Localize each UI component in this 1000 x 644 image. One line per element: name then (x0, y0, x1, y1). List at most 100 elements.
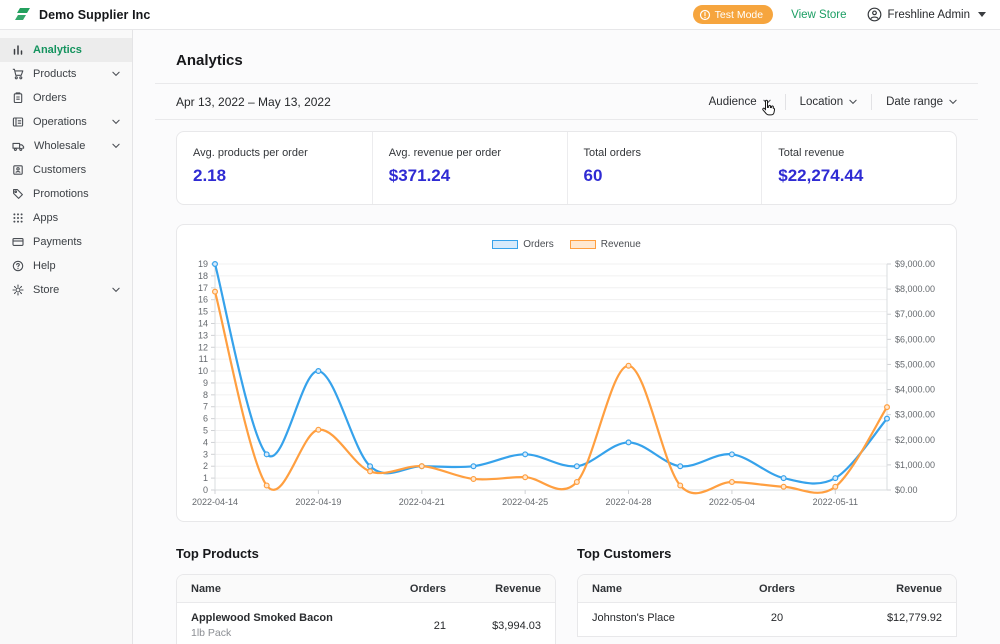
svg-text:7: 7 (203, 402, 208, 412)
svg-text:$8,000.00: $8,000.00 (895, 284, 935, 294)
svg-text:5: 5 (203, 426, 208, 436)
svg-text:2: 2 (203, 461, 208, 471)
sidebar-item-products[interactable]: Products (0, 62, 132, 86)
legend-item-orders[interactable]: Orders (492, 239, 554, 250)
gear-icon (12, 284, 24, 296)
chevron-down-icon (112, 143, 120, 149)
chart-legend: Orders Revenue (189, 236, 944, 252)
list-box-icon (12, 117, 24, 127)
svg-text:$7,000.00: $7,000.00 (895, 309, 935, 319)
chevron-down-icon (949, 99, 957, 104)
top-products-table: Name Orders Revenue Applewood Smoked Bac… (176, 574, 556, 644)
customer-revenue: $12,779.92 (886, 612, 942, 624)
sidebar-item-store[interactable]: Store (0, 278, 132, 302)
stat-total-revenue: Total revenue $22,274.44 (761, 132, 956, 204)
svg-text:$0.00: $0.00 (895, 485, 918, 495)
grid-dots-icon (13, 213, 23, 223)
brand[interactable]: Demo Supplier Inc (14, 7, 150, 22)
revenue-legend-swatch (569, 239, 596, 249)
sidebar: Analytics Products Orders Operations Who… (0, 30, 133, 644)
orders-revenue-line-chart[interactable]: 012345678910111213141516171819$0.00$1,00… (189, 256, 945, 512)
sidebar-item-wholesale[interactable]: Wholesale (0, 134, 132, 158)
help-circle-icon (12, 260, 24, 272)
product-revenue: $3,994.03 (492, 619, 541, 632)
test-mode-badge[interactable]: Test Mode (692, 5, 774, 24)
tag-icon (13, 189, 23, 199)
account-menu[interactable]: Freshline Admin (867, 7, 986, 22)
sidebar-item-promotions[interactable]: Promotions (0, 182, 132, 206)
stats-card: Avg. products per order 2.18 Avg. revenu… (176, 131, 957, 205)
sidebar-item-help[interactable]: Help (0, 254, 132, 278)
chevron-down-icon (849, 99, 857, 104)
svg-text:$1,000.00: $1,000.00 (895, 460, 935, 470)
svg-text:0: 0 (203, 485, 208, 495)
warning-circle-icon (699, 9, 710, 20)
svg-text:4: 4 (203, 437, 208, 447)
svg-text:15: 15 (198, 307, 208, 317)
topbar: Demo Supplier Inc Test Mode View Store F… (0, 0, 1000, 30)
svg-text:2022-04-14: 2022-04-14 (192, 497, 238, 507)
bar-chart-icon (13, 45, 23, 55)
orders-legend-swatch (492, 239, 519, 249)
page-title: Analytics (155, 30, 978, 84)
product-variant: 1lb Pack (191, 627, 232, 639)
tables-section: Top Products Name Orders Revenue Applewo… (176, 546, 957, 644)
table-header: Name Orders Revenue (177, 575, 555, 603)
top-products-section: Top Products Name Orders Revenue Applewo… (176, 546, 556, 644)
table-header: Name Orders Revenue (578, 575, 956, 603)
sidebar-item-orders[interactable]: Orders (0, 86, 132, 110)
orders-revenue-chart-card: Orders Revenue 0 1 2 3 4 5 6 7 8 9 10 11 12 13 14 15 16 1… (176, 224, 957, 522)
brand-name: Demo Supplier Inc (39, 7, 151, 22)
credit-card-icon (12, 238, 24, 246)
svg-text:2022-05-04: 2022-05-04 (709, 497, 755, 507)
chevron-down-icon (112, 287, 120, 293)
stat-total-orders: Total orders 60 (566, 132, 762, 204)
table-row[interactable]: Johnston's Place 20 $12,779.92 (578, 603, 956, 636)
sidebar-item-apps[interactable]: Apps (0, 206, 132, 230)
svg-text:17: 17 (198, 283, 208, 293)
account-name: Freshline Admin (887, 8, 970, 21)
avatar-icon (867, 7, 881, 22)
sidebar-item-analytics[interactable]: Analytics (0, 38, 132, 62)
location-filter-button[interactable]: Location (786, 96, 871, 108)
audience-filter-button[interactable]: Audience (709, 96, 785, 108)
svg-text:2022-04-19: 2022-04-19 (295, 497, 341, 507)
sidebar-item-payments[interactable]: Payments (0, 230, 132, 254)
table-row[interactable]: Applewood Smoked Bacon 1lb Pack 21 $3,99… (177, 603, 555, 644)
controls-row: Apr 13, 2022 – May 13, 2022 Audience Loc… (155, 84, 978, 120)
stat-avg-revenue-per-order: Avg. revenue per order $371.24 (371, 132, 567, 204)
date-range-label: Apr 13, 2022 – May 13, 2022 (176, 94, 331, 109)
svg-text:10: 10 (198, 366, 208, 376)
svg-text:8: 8 (203, 390, 208, 400)
customer-name: Johnston's Place (592, 612, 675, 624)
svg-text:18: 18 (198, 271, 208, 281)
svg-text:$3,000.00: $3,000.00 (895, 410, 935, 420)
svg-text:2022-05-11: 2022-05-11 (813, 497, 858, 507)
chevron-down-icon (762, 99, 771, 104)
truck-icon (12, 142, 25, 151)
chevron-down-icon (112, 71, 120, 77)
svg-text:$5,000.00: $5,000.00 (895, 359, 935, 369)
legend-item-revenue[interactable]: Revenue (569, 239, 641, 250)
stat-avg-products-per-order: Avg. products per order 2.18 (193, 147, 308, 185)
svg-text:2022-04-21: 2022-04-21 (399, 497, 445, 507)
top-products-title: Top Products (176, 546, 259, 561)
test-mode-label: Test Mode (714, 8, 764, 21)
view-store-link[interactable]: View Store (791, 9, 846, 21)
sidebar-item-customers[interactable]: Customers (0, 158, 132, 182)
chevron-down-icon (112, 119, 120, 125)
top-customers-title: Top Customers (577, 546, 672, 561)
sidebar-item-operations[interactable]: Operations (0, 110, 132, 134)
svg-text:2022-04-25: 2022-04-25 (502, 497, 548, 507)
svg-text:16: 16 (198, 295, 208, 305)
product-orders: 21 (433, 619, 446, 632)
svg-text:6: 6 (203, 414, 208, 424)
svg-text:$2,000.00: $2,000.00 (895, 435, 935, 445)
customer-orders: 20 (770, 612, 784, 624)
filters: Audience Location Date range (709, 93, 957, 110)
date-range-filter-button[interactable]: Date range (872, 96, 957, 108)
freshline-logo-icon (15, 8, 30, 20)
chevron-down-icon (978, 12, 986, 17)
svg-text:1: 1 (203, 473, 208, 483)
svg-text:11: 11 (199, 354, 208, 364)
